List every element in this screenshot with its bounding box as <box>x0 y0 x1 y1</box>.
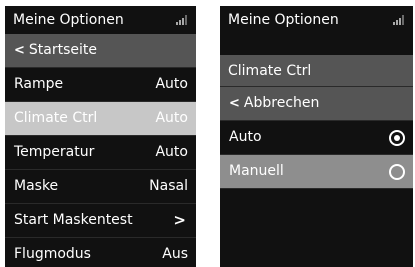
option-label: Manuell <box>229 163 284 179</box>
radio-unselected-icon[interactable] <box>389 164 405 180</box>
status-bar: Meine Optionen <box>220 6 413 34</box>
menu-item-value: Nasal <box>149 178 188 194</box>
option-manuell[interactable]: Manuell <box>220 155 413 189</box>
menu-item-value: Auto <box>155 76 188 92</box>
back-label: Startseite <box>28 42 98 58</box>
menu-item-start-maskentest[interactable]: Start Maskentest > <box>5 204 196 238</box>
menu-item-rampe[interactable]: Rampe Auto <box>5 68 196 102</box>
chevron-right-icon: > <box>173 211 186 229</box>
cancel-label: Abbrechen <box>243 95 320 111</box>
back-to-home-button[interactable]: < Startseite <box>5 34 196 68</box>
climate-ctrl-menu: Climate Ctrl < Abbrechen Auto Manuell <box>220 34 413 189</box>
menu-item-label: Rampe <box>14 76 64 92</box>
menu-item-temperatur[interactable]: Temperatur Auto <box>5 136 196 170</box>
options-menu: < Startseite Rampe Auto Climate Ctrl Auto… <box>5 34 196 267</box>
menu-item-value: Auto <box>155 144 188 160</box>
menu-item-maske[interactable]: Maske Nasal <box>5 170 196 204</box>
menu-item-label: Climate Ctrl <box>14 110 98 126</box>
menu-item-label: Start Maskentest <box>14 212 133 228</box>
menu-item-label: Temperatur <box>14 144 95 160</box>
menu-item-value: Auto <box>155 110 188 126</box>
status-bar: Meine Optionen <box>5 6 196 34</box>
climate-ctrl-screen: Meine Optionen Climate Ctrl < Abbrechen A… <box>220 6 413 267</box>
menu-item-flugmodus[interactable]: Flugmodus Aus <box>5 238 196 267</box>
screen-title: Meine Optionen <box>228 12 339 28</box>
chevron-left-icon: < <box>229 96 240 111</box>
screen-title: Meine Optionen <box>13 12 124 28</box>
option-auto[interactable]: Auto <box>220 121 413 155</box>
option-label: Auto <box>229 129 262 145</box>
signal-strength-icon <box>176 15 188 25</box>
radio-selected-icon[interactable] <box>389 130 405 146</box>
signal-strength-icon <box>393 15 405 25</box>
cancel-button[interactable]: < Abbrechen <box>220 87 413 121</box>
menu-item-label: Maske <box>14 178 59 194</box>
menu-item-label: Flugmodus <box>14 246 91 262</box>
submenu-title: Climate Ctrl <box>220 55 413 87</box>
menu-item-value: Aus <box>162 246 188 262</box>
chevron-left-icon: < <box>14 43 25 58</box>
menu-item-climate-ctrl[interactable]: Climate Ctrl Auto <box>5 102 196 136</box>
main-options-screen: Meine Optionen < Startseite Rampe Auto Cl… <box>5 6 196 267</box>
